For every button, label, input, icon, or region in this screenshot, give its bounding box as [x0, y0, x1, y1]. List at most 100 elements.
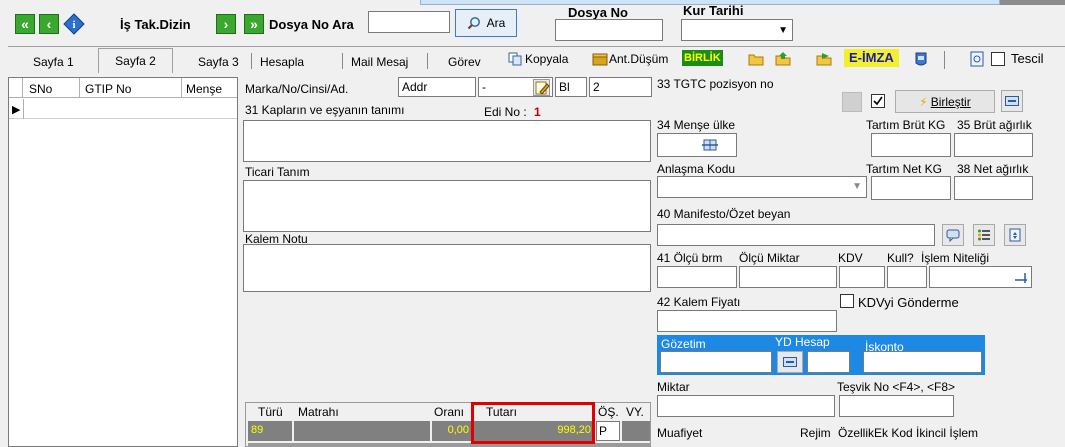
gozetim-input[interactable] [660, 351, 772, 373]
tesvik-no-input[interactable] [839, 395, 954, 417]
olcu-brm-input[interactable] [657, 266, 737, 288]
folder-open-icon[interactable] [748, 52, 764, 66]
rejim-label: Rejim [800, 426, 831, 440]
row-pointer-icon: ▶ [12, 104, 21, 116]
islem-niteligi-input[interactable] [929, 266, 1032, 288]
tax-cell-vy[interactable] [622, 421, 650, 441]
kdv-gonderme-label: KDVyi Gönderme [858, 295, 959, 310]
kull-input[interactable] [887, 266, 927, 288]
tab-sayfa3[interactable]: Sayfa 3 [198, 54, 239, 70]
grid-row-indicator-divider [23, 99, 24, 119]
items-grid[interactable]: SNo GTIP No Menşe ▶ [8, 77, 238, 447]
ant-dusum-button[interactable]: Ant.Düşüm [592, 51, 668, 67]
svg-text:i: i [72, 19, 75, 31]
tgtc-field[interactable] [657, 91, 862, 113]
olcu-miktar-input[interactable] [739, 266, 837, 288]
grid-col-divider [181, 78, 182, 98]
tartim-net-input[interactable] [871, 176, 951, 200]
grid-col-mense[interactable]: Menşe [186, 82, 222, 96]
sort-icon[interactable] [1004, 224, 1026, 246]
tax-cell-matrahi[interactable] [294, 421, 430, 441]
tax-cell-orani[interactable]: 0,00 [432, 421, 472, 441]
mense-ulke-input[interactable] [657, 133, 737, 157]
tab-sayfa1[interactable]: Sayfa 1 [33, 54, 74, 70]
edit-icon[interactable] [533, 79, 550, 96]
tab-gorev[interactable]: Görev [448, 54, 481, 70]
marka-input[interactable]: Addr [398, 77, 476, 97]
tax-cell-turu[interactable]: 89 [248, 421, 292, 441]
birlestir-button[interactable]: ⚡ Birleştir [895, 90, 995, 113]
chevron-down-icon: ▼ [778, 25, 788, 36]
kdv-gonderme-checkbox[interactable] [840, 294, 854, 308]
tax-cell-os[interactable]: P [596, 421, 620, 441]
info-icon[interactable]: i [63, 13, 85, 35]
tgtc-label: 33 TGTC pozisyon no [657, 77, 774, 91]
dosya-no-input[interactable] [555, 19, 663, 41]
chat-icon[interactable] [942, 224, 964, 246]
shield-icon[interactable] [914, 51, 928, 67]
tax-col-turu: Türü [258, 405, 283, 419]
document-icon[interactable] [970, 51, 984, 67]
next-record-button[interactable]: › [216, 14, 236, 34]
net-agirlik-label: 38 Net ağırlık [957, 162, 1029, 176]
manifesto-input[interactable] [657, 224, 935, 246]
kaplar-label: 31 Kapların ve eşyanın tanımı [245, 103, 405, 117]
ara-button[interactable]: Ara [455, 9, 517, 37]
ticari-tanim-textarea[interactable] [243, 180, 651, 232]
tgtc-gray-btn[interactable] [842, 92, 862, 112]
iskonto-input[interactable] [863, 351, 982, 373]
e-imza-button[interactable]: E-İMZA [844, 49, 899, 67]
keyboard-icon[interactable] [1001, 90, 1023, 112]
table-row[interactable]: ▶ [9, 99, 237, 119]
olcu-miktar-label: Ölçü Miktar [739, 251, 800, 265]
tab-mail-mesaj[interactable]: Mail Mesaj [351, 54, 408, 70]
country-lookup-icon[interactable] [702, 137, 718, 153]
tax-col-matrahi: Matrahı [298, 405, 339, 419]
is-takip-dizin-label[interactable]: İş Tak.Dizin [120, 18, 191, 32]
prev-record-button[interactable]: ‹ [39, 14, 59, 34]
birlik-button[interactable]: BİRLİK [682, 50, 723, 66]
tutari-highlight-box [471, 402, 595, 444]
tesvik-no-label: Teşvik No <F4>, <F8> [837, 380, 956, 394]
marka-bl-input[interactable]: Bl [555, 77, 587, 97]
tescil-checkbox[interactable] [991, 52, 1005, 66]
kaplar-textarea[interactable] [243, 120, 651, 162]
folder-upload-icon[interactable] [775, 51, 791, 66]
muafiyet-label: Muafiyet [657, 426, 703, 440]
marka-num-input[interactable]: 2 [589, 77, 652, 97]
mense-ulke-label: 34 Menşe ülke [657, 118, 736, 132]
miktar-input[interactable] [657, 395, 835, 417]
folder-send-icon[interactable] [816, 51, 832, 66]
kalem-fiyati-input[interactable] [657, 310, 837, 332]
net-agirlik-input[interactable] [954, 176, 1033, 200]
grid-col-gtip[interactable]: GTIP No [85, 82, 131, 96]
grid-header: SNo GTIP No Menşe [9, 78, 237, 98]
keyboard-icon[interactable] [777, 351, 803, 373]
yd-hesap-input[interactable] [807, 351, 850, 373]
anlasma-kodu-select[interactable]: ▼ [657, 176, 867, 198]
tab-hesapla[interactable]: Hesapla [260, 54, 304, 70]
tgtc-checkbox[interactable] [871, 94, 885, 108]
tab-sayfa2[interactable]: Sayfa 2 [98, 48, 173, 73]
kdv-input[interactable] [839, 266, 885, 288]
tab-bar: Sayfa 1 Sayfa 2 Sayfa 3 Hesapla Mail Mes… [8, 46, 1065, 73]
anlasma-kodu-label: Anlaşma Kodu [657, 162, 736, 176]
last-record-button[interactable]: » [244, 14, 264, 34]
first-record-button[interactable]: « [15, 14, 35, 34]
box-icon [592, 52, 608, 66]
miktar-label: Miktar [657, 380, 690, 394]
edi-no-label: Edi No : [484, 105, 527, 119]
list-icon[interactable] [973, 224, 995, 246]
top-toolbar: « ‹ i İş Tak.Dizin › » Dosya No Ara Ara … [0, 0, 1065, 42]
grid-col-sno[interactable]: SNo [29, 82, 52, 96]
kopyala-button[interactable]: Kopyala [508, 51, 568, 67]
brut-agirlik-input[interactable] [954, 133, 1033, 157]
kalem-notu-textarea[interactable] [243, 244, 651, 292]
ticari-tanim-label: Ticari Tanım [245, 165, 310, 179]
tax-col-orani: Oranı [434, 405, 465, 419]
kur-tarihi-select[interactable]: ▼ [681, 19, 793, 41]
lookup-icon[interactable] [1015, 269, 1029, 283]
dosya-no-ara-input[interactable] [368, 11, 450, 33]
tartim-brut-input[interactable] [871, 133, 951, 157]
lightning-icon: ⚡ [919, 94, 928, 109]
